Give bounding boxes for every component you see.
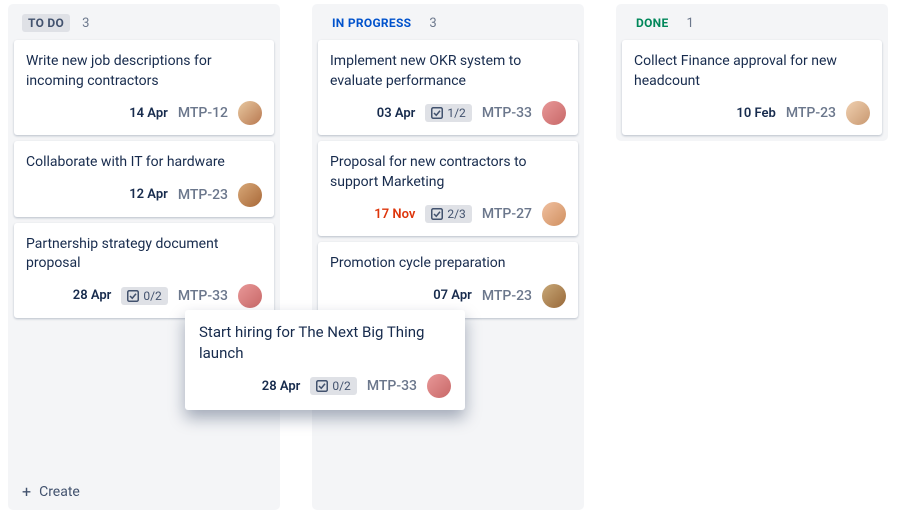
- card-date: 28 Apr: [73, 288, 112, 303]
- create-label: Create: [39, 484, 80, 500]
- kanban-board: TO DO 3 Write new job descriptions for i…: [0, 0, 908, 514]
- card[interactable]: Collaborate with IT for hardware 12 Apr …: [14, 141, 274, 217]
- dragged-card[interactable]: Start hiring for The Next Big Thing laun…: [185, 310, 465, 410]
- subtask-count: 1/2: [447, 106, 465, 120]
- column-title-done: DONE: [630, 14, 675, 32]
- avatar[interactable]: [238, 183, 262, 207]
- column-count-done: 1: [687, 16, 694, 31]
- card-date: 17 Nov: [374, 207, 415, 222]
- card-key: MTP-23: [786, 105, 836, 121]
- column-title-in-progress: IN PROGRESS: [326, 14, 417, 32]
- card-key: MTP-33: [482, 105, 532, 121]
- column-todo: TO DO 3 Write new job descriptions for i…: [8, 4, 280, 510]
- column-in-progress: IN PROGRESS 3 Implement new OKR system t…: [312, 4, 584, 510]
- card-key: MTP-12: [178, 105, 228, 121]
- column-count-in-progress: 3: [429, 16, 436, 31]
- card-footer: 14 Apr MTP-12: [26, 101, 262, 125]
- checklist-icon: [316, 380, 328, 392]
- card-footer: 07 Apr MTP-23: [330, 284, 566, 308]
- card-title: Promotion cycle preparation: [330, 254, 566, 274]
- column-header-todo: TO DO 3: [8, 4, 280, 40]
- subtask-count: 2/3: [447, 207, 465, 221]
- card-key: MTP-23: [178, 187, 228, 203]
- card-footer: 28 Apr 0/2 MTP-33: [26, 284, 262, 308]
- card[interactable]: Write new job descriptions for incoming …: [14, 40, 274, 135]
- card[interactable]: Partnership strategy document proposal 2…: [14, 223, 274, 318]
- checklist-icon: [431, 107, 443, 119]
- checklist-icon: [431, 208, 443, 220]
- subtask-count: 0/2: [332, 379, 350, 393]
- card-title: Write new job descriptions for incoming …: [26, 52, 262, 91]
- checklist-icon: [127, 290, 139, 302]
- column-header-in-progress: IN PROGRESS 3: [312, 4, 584, 40]
- card[interactable]: Proposal for new contractors to support …: [318, 141, 578, 236]
- card-date: 10 Feb: [736, 106, 775, 121]
- card-footer: 03 Apr 1/2 MTP-33: [330, 101, 566, 125]
- card[interactable]: Collect Finance approval for new headcou…: [622, 40, 882, 135]
- card-date: 14 Apr: [129, 106, 168, 121]
- card-title: Collect Finance approval for new headcou…: [634, 52, 870, 91]
- avatar[interactable]: [542, 202, 566, 226]
- column-count-todo: 3: [82, 16, 89, 31]
- card-key: MTP-33: [367, 378, 417, 394]
- subtask-badge: 0/2: [310, 377, 356, 395]
- create-button[interactable]: + Create: [8, 474, 280, 510]
- avatar[interactable]: [846, 101, 870, 125]
- card-title: Proposal for new contractors to support …: [330, 153, 566, 192]
- card-date: 07 Apr: [433, 288, 472, 303]
- card-date: 28 Apr: [262, 379, 301, 394]
- column-title-todo: TO DO: [22, 14, 70, 32]
- avatar[interactable]: [542, 284, 566, 308]
- card-footer: 12 Apr MTP-23: [26, 183, 262, 207]
- cards-in-progress: Implement new OKR system to evaluate per…: [312, 40, 584, 324]
- card-date: 12 Apr: [129, 187, 168, 202]
- avatar[interactable]: [427, 374, 451, 398]
- plus-icon: +: [22, 484, 31, 500]
- card-title: Start hiring for The Next Big Thing laun…: [199, 322, 451, 364]
- card[interactable]: Implement new OKR system to evaluate per…: [318, 40, 578, 135]
- column-done: DONE 1 Collect Finance approval for new …: [616, 4, 888, 510]
- avatar[interactable]: [542, 101, 566, 125]
- card-footer: 17 Nov 2/3 MTP-27: [330, 202, 566, 226]
- card-key: MTP-23: [482, 288, 532, 304]
- subtask-badge: 2/3: [425, 205, 471, 223]
- card-footer: 10 Feb MTP-23: [634, 101, 870, 125]
- card-date: 03 Apr: [377, 106, 416, 121]
- cards-done: Collect Finance approval for new headcou…: [616, 40, 888, 141]
- column-header-done: DONE 1: [616, 4, 888, 40]
- cards-todo: Write new job descriptions for incoming …: [8, 40, 280, 324]
- card-key: MTP-27: [482, 206, 532, 222]
- subtask-badge: 1/2: [425, 104, 471, 122]
- card-title: Collaborate with IT for hardware: [26, 153, 262, 173]
- card-title: Partnership strategy document proposal: [26, 235, 262, 274]
- subtask-count: 0/2: [143, 289, 161, 303]
- card-key: MTP-33: [178, 288, 228, 304]
- avatar[interactable]: [238, 101, 262, 125]
- card[interactable]: Promotion cycle preparation 07 Apr MTP-2…: [318, 242, 578, 318]
- subtask-badge: 0/2: [121, 287, 167, 305]
- card-title: Implement new OKR system to evaluate per…: [330, 52, 566, 91]
- avatar[interactable]: [238, 284, 262, 308]
- card-footer: 28 Apr 0/2 MTP-33: [199, 374, 451, 398]
